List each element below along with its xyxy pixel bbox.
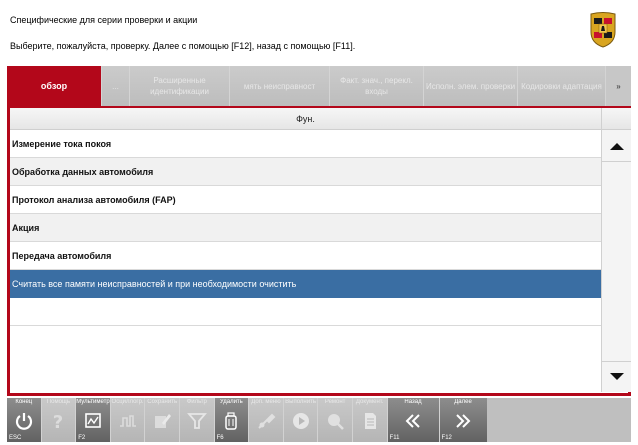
repair-button[interactable]: Ремонт — [318, 398, 353, 442]
empty-row — [10, 298, 601, 326]
list-item[interactable]: Измерение тока покоя — [10, 130, 601, 158]
tab-ellipsis[interactable]: ... — [102, 66, 130, 106]
function-list: Фун. Измерение тока покоя Обработка данн… — [10, 108, 601, 392]
arrow-up-icon — [609, 143, 624, 150]
document-icon — [364, 413, 376, 429]
tab-bar: обзор ... Расширенные идентификации мять… — [7, 66, 631, 106]
help-icon: ? — [53, 412, 63, 431]
tab-fault-memory[interactable]: мять неисправност — [230, 66, 330, 106]
tab-extended-identification[interactable]: Расширенные идентификации — [130, 66, 230, 106]
tab-overview[interactable]: обзор — [7, 66, 102, 106]
edit-icon — [155, 414, 172, 428]
list-item[interactable]: Обработка данных автомобиля — [10, 158, 601, 186]
repair-icon — [328, 414, 345, 430]
list-item-selected[interactable]: Считать все памяти неисправностей и при … — [10, 270, 601, 298]
porsche-crest-icon — [590, 12, 616, 48]
multimeter-button[interactable]: Мультиметр F2 — [76, 398, 111, 442]
save-button[interactable]: Сохранить — [145, 398, 180, 442]
help-button[interactable]: Помощь ? — [41, 398, 77, 442]
tools-button[interactable]: Доп. меню — [249, 398, 284, 442]
oscilloscope-button[interactable]: Осциллогр. — [110, 398, 146, 442]
column-header: Фун. — [10, 108, 601, 130]
exit-button[interactable]: Конец ESC — [7, 398, 42, 442]
oscilloscope-icon — [119, 415, 136, 427]
tab-actual-values[interactable]: Факт. знач., перекл. входы — [330, 66, 424, 106]
list-item[interactable]: Протокол анализа автомобиля (FAP) — [10, 186, 601, 214]
svg-text:?: ? — [53, 412, 63, 431]
page-title: Специфические для серии проверки и акции — [10, 15, 198, 25]
filter-icon — [186, 413, 207, 429]
scroll-up-button[interactable] — [602, 132, 631, 162]
instruction-text: Выберите, пожалуйста, проверку. Далее с … — [10, 41, 356, 51]
scrollbar-header — [602, 108, 631, 130]
next-icon — [456, 414, 471, 428]
tab-actuator-tests[interactable]: Исполн. элем. проверки — [424, 66, 518, 106]
bottom-toolbar: Конец ESC Помощь ? Мультиметр F2 Осцилло… — [7, 398, 631, 442]
scroll-down-button[interactable] — [602, 361, 631, 391]
multimeter-icon — [85, 413, 101, 428]
delete-button[interactable]: Удалить F6 — [214, 398, 250, 442]
play-icon — [292, 413, 309, 429]
list-item[interactable]: Акция — [10, 214, 601, 242]
filter-button[interactable]: Фильтр — [179, 398, 215, 442]
tools-icon — [258, 413, 276, 429]
back-icon — [405, 414, 420, 428]
run-button[interactable]: Выполнить — [283, 398, 319, 442]
function-list-panel: Фун. Измерение тока покоя Обработка данн… — [7, 106, 631, 396]
tab-coding-adaptation[interactable]: Кодировки адаптация — [518, 66, 606, 106]
arrow-down-icon — [609, 373, 624, 380]
delete-icon — [225, 412, 238, 430]
power-icon — [15, 413, 32, 430]
document-button[interactable]: Документ. — [352, 398, 388, 442]
header: Специфические для серии проверки и акции… — [0, 0, 638, 64]
scrollbar[interactable] — [601, 108, 631, 392]
next-button[interactable]: Далее F12 — [439, 398, 487, 442]
list-item[interactable]: Передача автомобиля — [10, 242, 601, 270]
back-button[interactable]: Назад F11 — [387, 398, 440, 442]
tab-more[interactable]: » — [606, 66, 631, 106]
